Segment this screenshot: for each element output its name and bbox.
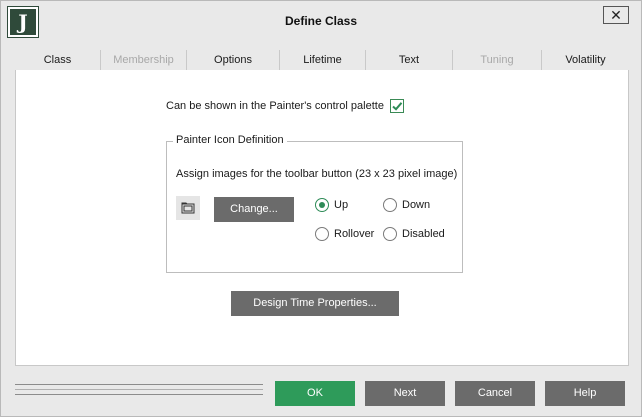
options-panel: Can be shown in the Painter's control pa… [15,70,629,366]
radio-disabled[interactable]: Disabled [383,227,445,241]
assign-images-text: Assign images for the toolbar button (23… [176,168,458,180]
cancel-button[interactable]: Cancel [455,381,535,406]
radio-down[interactable]: Down [383,198,430,212]
radio-disabled-label: Disabled [402,228,445,240]
group-title: Painter Icon Definition [173,134,287,146]
close-button[interactable]: ✕ [603,6,629,24]
tab-lifetime[interactable]: Lifetime [280,50,366,70]
tab-text[interactable]: Text [366,50,453,70]
radio-rollover[interactable]: Rollover [315,227,374,241]
dialog-title: Define Class [284,14,358,28]
change-image-button[interactable]: Change... [214,197,294,222]
app-logo-letter: J [18,10,28,34]
palette-option-row: Can be shown in the Painter's control pa… [166,98,404,114]
painter-icon-group: Painter Icon Definition Assign images fo… [166,134,463,273]
palette-option-label: Can be shown in the Painter's control pa… [166,100,384,112]
radio-rollover-label: Rollover [334,228,375,240]
title-bar: Define Class J ✕ [1,1,641,41]
radio-rollover-indicator[interactable] [315,227,329,241]
palette-checkbox[interactable] [389,99,404,113]
next-button[interactable]: Next [365,381,445,406]
tab-class[interactable]: Class [15,50,101,70]
help-button[interactable]: Help [545,381,625,406]
radio-up-label: Up [334,199,349,211]
define-class-dialog: Define Class J ✕ Class Membership Option… [0,0,642,417]
radio-up-indicator[interactable] [315,198,329,212]
ok-button[interactable]: OK [275,381,355,406]
tab-membership: Membership [101,50,187,70]
toolbar-icon-preview [176,196,200,220]
design-time-properties-button[interactable]: Design Time Properties... [231,291,399,316]
close-icon: ✕ [610,7,622,23]
checkmark-icon [392,102,403,111]
tab-tuning: Tuning [453,50,542,70]
radio-down-indicator[interactable] [383,198,397,212]
radio-down-label: Down [402,199,431,211]
app-logo-icon: J [7,6,39,38]
tab-strip: Class Membership Options Lifetime Text T… [15,50,629,70]
radio-up[interactable]: Up [315,198,348,212]
radio-disabled-indicator[interactable] [383,227,397,241]
tab-volatility[interactable]: Volatility [542,50,629,70]
tab-options[interactable]: Options [187,50,280,70]
footer-divider [15,384,263,398]
folder-icon [181,202,195,214]
